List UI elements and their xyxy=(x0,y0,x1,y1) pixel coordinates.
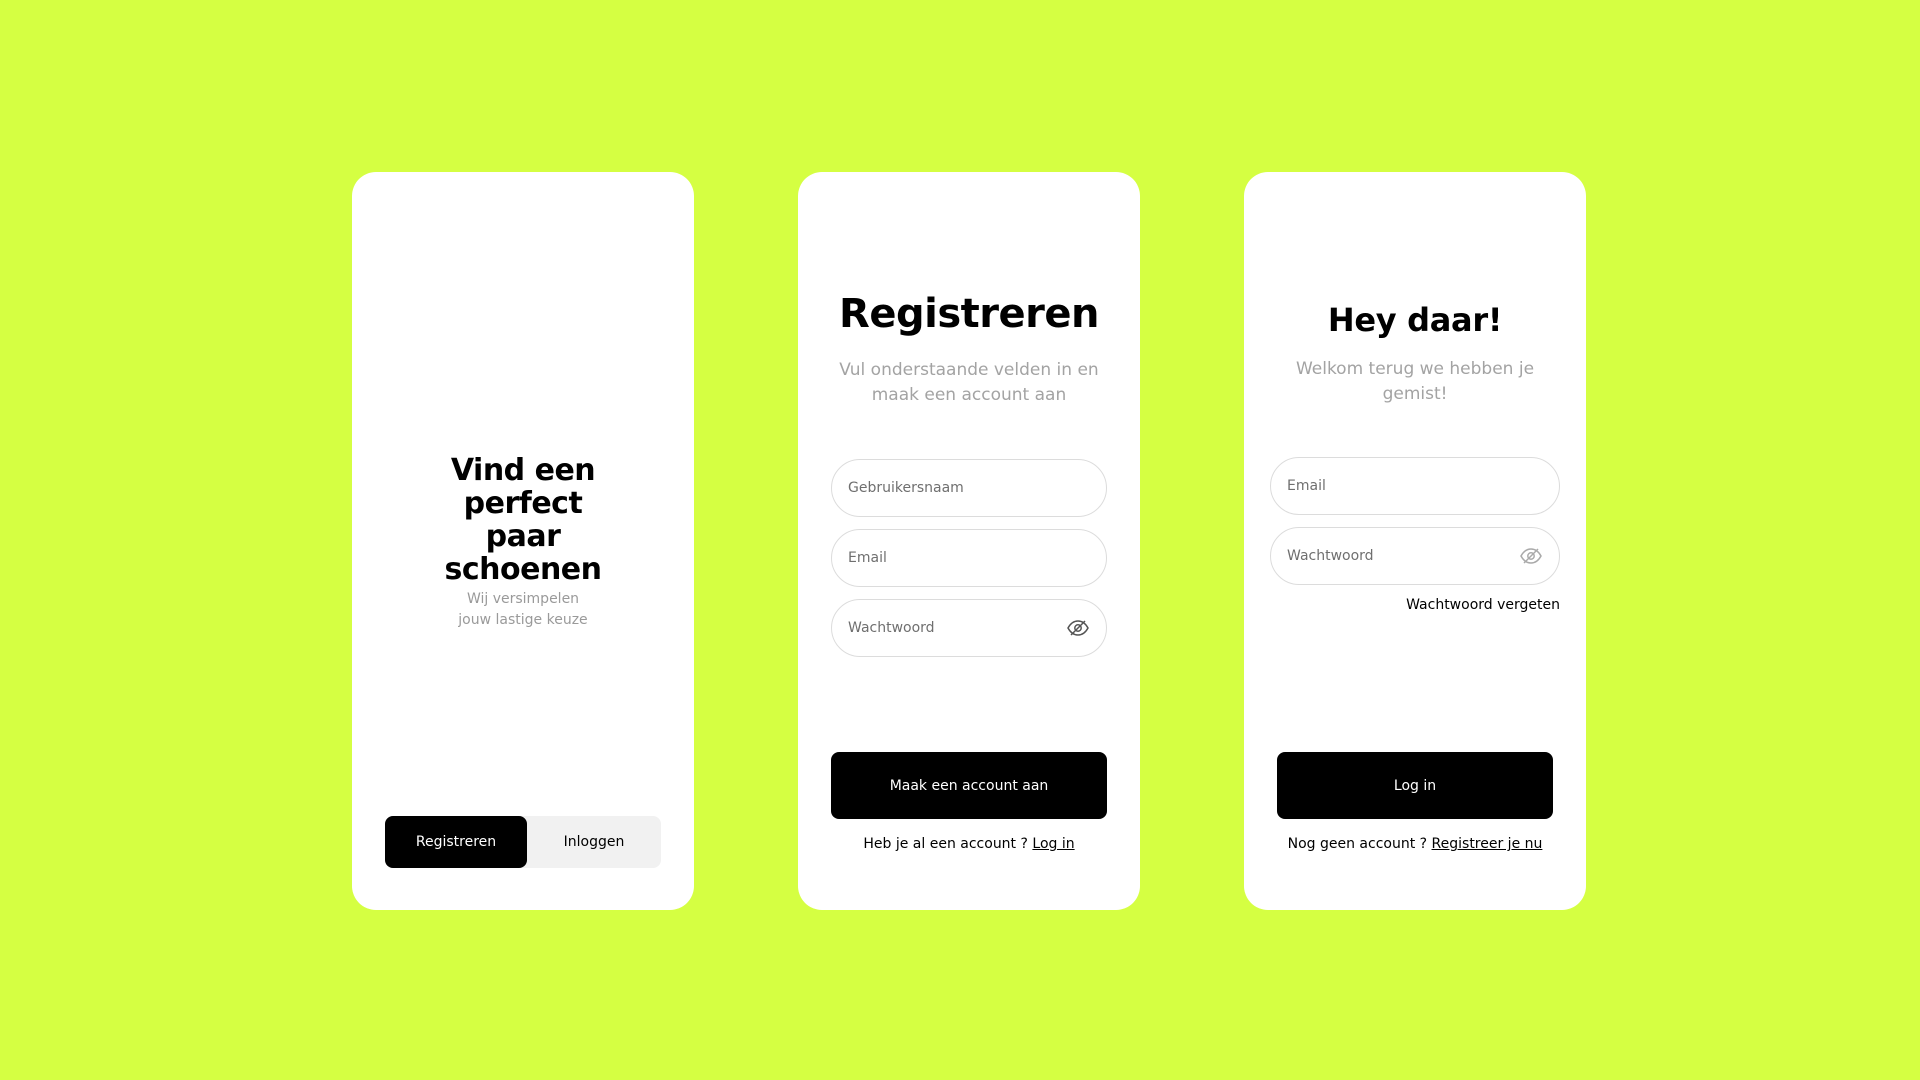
register-prompt: Nog geen account ? Registreer je nu xyxy=(1244,836,1586,852)
login-tab-button[interactable]: Inloggen xyxy=(527,816,661,868)
login-link[interactable]: Log in xyxy=(1032,836,1074,852)
login-prompt: Heb je al een account ? Log in xyxy=(798,836,1140,852)
login-title: Hey daar! xyxy=(1327,301,1503,339)
welcome-card: Vind een perfect paar schoenen Wij versi… xyxy=(352,172,694,910)
welcome-subtitle: Wij versimpelen jouw lastige keuze xyxy=(458,591,588,628)
email-input[interactable] xyxy=(848,550,1090,566)
login-password-input[interactable] xyxy=(1287,548,1519,564)
login-email-field[interactable] xyxy=(1270,457,1560,515)
register-card: Registreren Vul onderstaande velden in e… xyxy=(798,172,1140,910)
register-prompt-text: Nog geen account ? xyxy=(1287,836,1428,852)
login-email-input[interactable] xyxy=(1287,478,1543,494)
register-tab-button[interactable]: Registreren xyxy=(385,816,527,868)
login-password-field[interactable] xyxy=(1270,527,1560,585)
username-input[interactable] xyxy=(848,480,1090,496)
forgot-password-link[interactable]: Wachtwoord vergeten xyxy=(1406,597,1560,613)
username-field[interactable] xyxy=(831,459,1107,517)
auth-segmented-control: Registreren Inloggen xyxy=(385,816,661,868)
eye-off-icon[interactable] xyxy=(1519,547,1543,565)
register-link[interactable]: Registreer je nu xyxy=(1432,836,1543,852)
login-card: Hey daar! Welkom terug we hebben je gemi… xyxy=(1244,172,1586,910)
welcome-title: Vind een perfect paar schoenen xyxy=(444,453,602,587)
eye-off-icon[interactable] xyxy=(1066,619,1090,637)
register-subtitle: Vul onderstaande velden in en maak een a… xyxy=(839,360,1099,405)
create-account-button[interactable]: Maak een account aan xyxy=(831,752,1107,819)
password-field[interactable] xyxy=(831,599,1107,657)
login-prompt-text: Heb je al een account ? xyxy=(863,836,1028,852)
register-title: Registreren xyxy=(839,291,1099,337)
password-input[interactable] xyxy=(848,620,1066,636)
login-subtitle: Welkom terug we hebben je gemist! xyxy=(1295,359,1535,404)
login-button[interactable]: Log in xyxy=(1277,752,1553,819)
email-field[interactable] xyxy=(831,529,1107,587)
